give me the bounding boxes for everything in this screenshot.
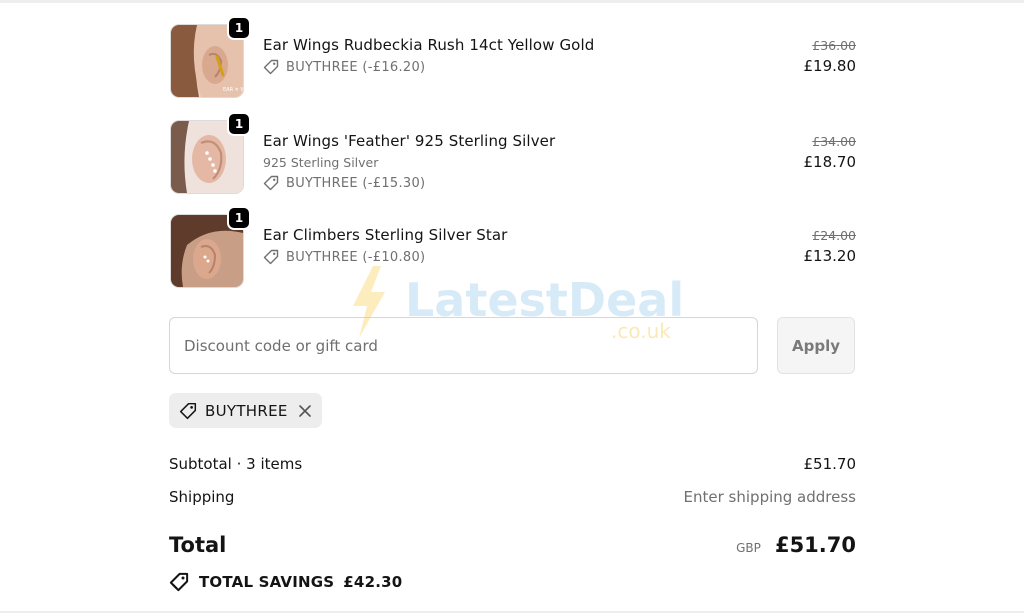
currency-code: GBP xyxy=(736,541,761,555)
discounted-price: £18.70 xyxy=(803,153,857,171)
item-title: Ear Wings Rudbeckia Rush 14ct Yellow Gol… xyxy=(263,36,595,54)
item-variant: 925 Sterling Silver xyxy=(263,155,379,170)
discount-code-input[interactable] xyxy=(169,317,758,374)
quantity-badge: 1 xyxy=(227,112,251,136)
tag-icon xyxy=(169,572,189,592)
item-discount: BUYTHREE (-£16.20) xyxy=(263,59,723,75)
item-title: Ear Wings 'Feather' 925 Sterling Silver xyxy=(263,132,556,150)
close-icon[interactable] xyxy=(298,404,312,418)
discounted-price: £13.20 xyxy=(803,247,857,265)
subtotal-value: £51.70 xyxy=(803,455,857,473)
total-savings-value: £42.30 xyxy=(343,573,403,591)
applied-code-label: BUYTHREE xyxy=(205,401,288,420)
applied-discount-chip: BUYTHREE xyxy=(169,393,322,428)
apply-button[interactable]: Apply xyxy=(777,317,855,374)
shipping-value: Enter shipping address xyxy=(683,488,856,506)
item-discount-label: BUYTHREE (-£16.20) xyxy=(286,59,426,75)
subtotal-row: Subtotal · 3 items £51.70 xyxy=(169,455,856,473)
subtotal-label: Subtotal · 3 items xyxy=(169,455,303,473)
line-item: EAR ✕ WING 1 Ear Wings Rudbeckia Rush 14… xyxy=(170,16,857,102)
tag-icon xyxy=(263,175,279,191)
item-discount-label: BUYTHREE (-£15.30) xyxy=(286,175,426,191)
discounted-price: £19.80 xyxy=(803,57,857,75)
product-image[interactable]: 1 xyxy=(170,206,251,288)
line-item: 1 Ear Climbers Sterling Silver Star BUYT… xyxy=(170,206,857,292)
original-price: £24.00 xyxy=(812,228,856,243)
shipping-row: Shipping Enter shipping address xyxy=(169,488,856,506)
total-label: Total xyxy=(169,533,227,557)
item-title: Ear Climbers Sterling Silver Star xyxy=(263,226,508,244)
total-row: Total GBP £51.70 xyxy=(169,533,856,557)
original-price: £36.00 xyxy=(812,38,856,53)
quantity-badge: 1 xyxy=(227,16,251,40)
item-discount: BUYTHREE (-£15.30) xyxy=(263,175,723,191)
tag-icon xyxy=(263,59,279,75)
tag-icon xyxy=(179,402,197,419)
tag-icon xyxy=(263,249,279,265)
total-savings: TOTAL SAVINGS £42.30 xyxy=(169,572,402,592)
product-image[interactable]: 1 xyxy=(170,112,251,194)
original-price: £34.00 xyxy=(812,134,856,149)
line-item: 1 Ear Wings 'Feather' 925 Sterling Silve… xyxy=(170,112,857,198)
item-discount-label: BUYTHREE (-£10.80) xyxy=(286,249,426,265)
item-discount: BUYTHREE (-£10.80) xyxy=(263,249,723,265)
svg-text:EAR ✕ WING: EAR ✕ WING xyxy=(223,87,243,93)
quantity-badge: 1 xyxy=(227,206,251,230)
total-savings-label: TOTAL SAVINGS xyxy=(199,573,335,591)
shipping-label: Shipping xyxy=(169,488,235,506)
top-divider xyxy=(0,0,1024,3)
product-image[interactable]: EAR ✕ WING 1 xyxy=(170,16,251,98)
total-value: £51.70 xyxy=(774,533,856,557)
